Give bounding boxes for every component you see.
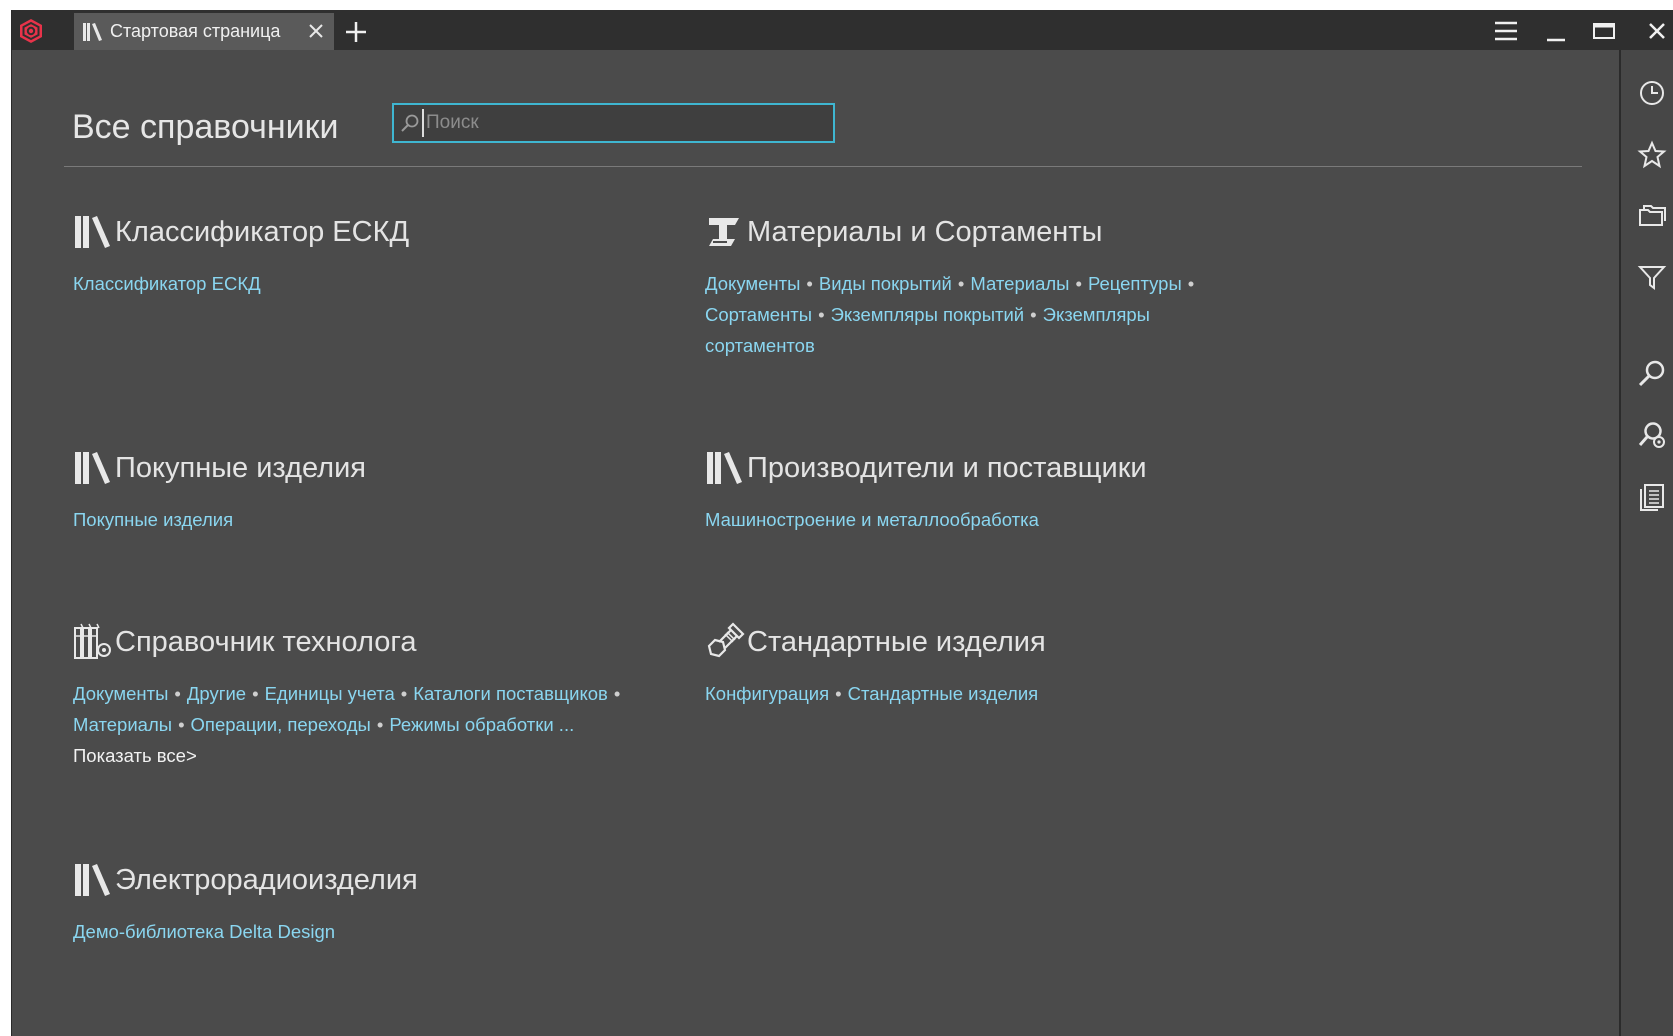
search-box[interactable] xyxy=(392,103,835,143)
header-divider xyxy=(64,166,1582,167)
section-title[interactable]: Справочник технолога xyxy=(115,626,416,659)
search-input[interactable] xyxy=(422,109,822,137)
link-coating-instances[interactable]: Экземпляры покрытий xyxy=(831,304,1025,325)
main-content: Все справочники Классификатор ЕСКД Класс… xyxy=(12,50,1619,1036)
favorites-star-icon[interactable] xyxy=(1637,140,1667,170)
section-title[interactable]: Покупные изделия xyxy=(115,452,366,485)
section-links: Демо-библиотека Delta Design xyxy=(73,916,693,947)
tab-start-page[interactable]: Стартовая страница xyxy=(74,13,334,50)
documents-list-icon[interactable] xyxy=(1637,482,1667,512)
new-tab-icon[interactable] xyxy=(344,20,368,44)
section-title[interactable]: Электрорадиоизделия xyxy=(115,864,418,897)
library-books-icon xyxy=(75,864,110,896)
right-sidebar xyxy=(1619,50,1673,1036)
link-processing-modes[interactable]: Режимы обработки ... xyxy=(389,714,574,735)
page-title: Все справочники xyxy=(72,108,339,146)
section-links: Документы • Виды покрытий • Материалы • Рецепт… xyxy=(705,273,1195,356)
link-coating-types[interactable]: Виды покрытий xyxy=(819,273,952,294)
section-links: Покупные изделия xyxy=(73,504,693,535)
link-recipes[interactable]: Рецептуры xyxy=(1088,273,1182,294)
title-bar: Стартовая страница xyxy=(12,10,1673,50)
library-books-icon xyxy=(83,22,102,41)
section-purchased-items: Покупные изделия Покупные изделия xyxy=(73,446,693,535)
minimize-icon[interactable] xyxy=(1542,18,1570,44)
section-links: Документы • Другие • Единицы учета • Каталоги … xyxy=(73,678,693,771)
advanced-search-icon[interactable] xyxy=(1637,420,1667,450)
library-books-icon xyxy=(75,452,110,484)
link-documents[interactable]: Документы xyxy=(705,273,800,294)
section-manufacturers: Производители и поставщики Машиностроени… xyxy=(705,446,1325,535)
link-units[interactable]: Единицы учета xyxy=(265,683,395,704)
maximize-icon[interactable] xyxy=(1590,18,1618,44)
section-title[interactable]: Материалы и Сортаменты xyxy=(747,216,1102,249)
technologist-books-icon xyxy=(74,623,111,659)
section-eskd-classifier: Классификатор ЕСКД Классификатор ЕСКД xyxy=(73,210,693,299)
search-icon[interactable] xyxy=(1637,358,1667,388)
link-other[interactable]: Другие xyxy=(187,683,246,704)
link-standard-items[interactable]: Стандартные изделия xyxy=(848,683,1039,704)
folders-icon[interactable] xyxy=(1637,200,1667,230)
bolt-nut-icon xyxy=(707,622,745,658)
link-delta-design-demo[interactable]: Демо-библиотека Delta Design xyxy=(73,921,335,942)
i-beam-icon xyxy=(709,218,739,246)
section-title[interactable]: Стандартные изделия xyxy=(747,626,1046,659)
library-books-icon xyxy=(75,216,110,248)
section-links: Конфигурация • Стандартные изделия xyxy=(705,683,1039,704)
link-purchased-items[interactable]: Покупные изделия xyxy=(73,509,233,530)
link-mechanical-engineering[interactable]: Машиностроение и металлообработка xyxy=(705,509,1039,530)
link-eskd-classifier[interactable]: Классификатор ЕСКД xyxy=(73,273,261,294)
link-documents[interactable]: Документы xyxy=(73,683,168,704)
section-links: Классификатор ЕСКД xyxy=(73,268,693,299)
app-window: Стартовая страница Все справочники Поиск… xyxy=(11,10,1673,1036)
section-links: Машиностроение и металлообработка xyxy=(705,504,1325,535)
link-operations[interactable]: Операции, переходы xyxy=(191,714,371,735)
app-logo-icon[interactable] xyxy=(18,18,44,44)
section-technologist-reference: Справочник технолога Документы • Другие • Ед… xyxy=(73,620,693,771)
section-electronic-components: Электрорадиоизделия Демо-библиотека Delt… xyxy=(73,858,693,947)
show-all-link[interactable]: Показать все> xyxy=(73,740,693,771)
search-icon xyxy=(401,114,419,132)
link-materials[interactable]: Материалы xyxy=(73,714,172,735)
link-supplier-catalogs[interactable]: Каталоги поставщиков xyxy=(413,683,608,704)
section-title[interactable]: Производители и поставщики xyxy=(747,452,1147,485)
section-materials: Материалы и Сортаменты Документы • Виды по… xyxy=(705,210,1215,361)
close-window-icon[interactable] xyxy=(1642,18,1670,44)
library-books-icon xyxy=(707,452,742,484)
link-materials[interactable]: Материалы xyxy=(970,273,1069,294)
close-tab-icon[interactable] xyxy=(306,21,326,41)
section-title[interactable]: Классификатор ЕСКД xyxy=(115,216,409,249)
link-sortaments[interactable]: Сортаменты xyxy=(705,304,812,325)
filter-icon[interactable] xyxy=(1637,262,1667,292)
menu-icon[interactable] xyxy=(1492,18,1520,44)
link-configuration[interactable]: Конфигурация xyxy=(705,683,829,704)
section-standard-items: Стандартные изделия Конфигурация • Стандар… xyxy=(705,620,1325,709)
history-clock-icon[interactable] xyxy=(1637,78,1667,108)
tab-label: Стартовая страница xyxy=(110,21,281,41)
